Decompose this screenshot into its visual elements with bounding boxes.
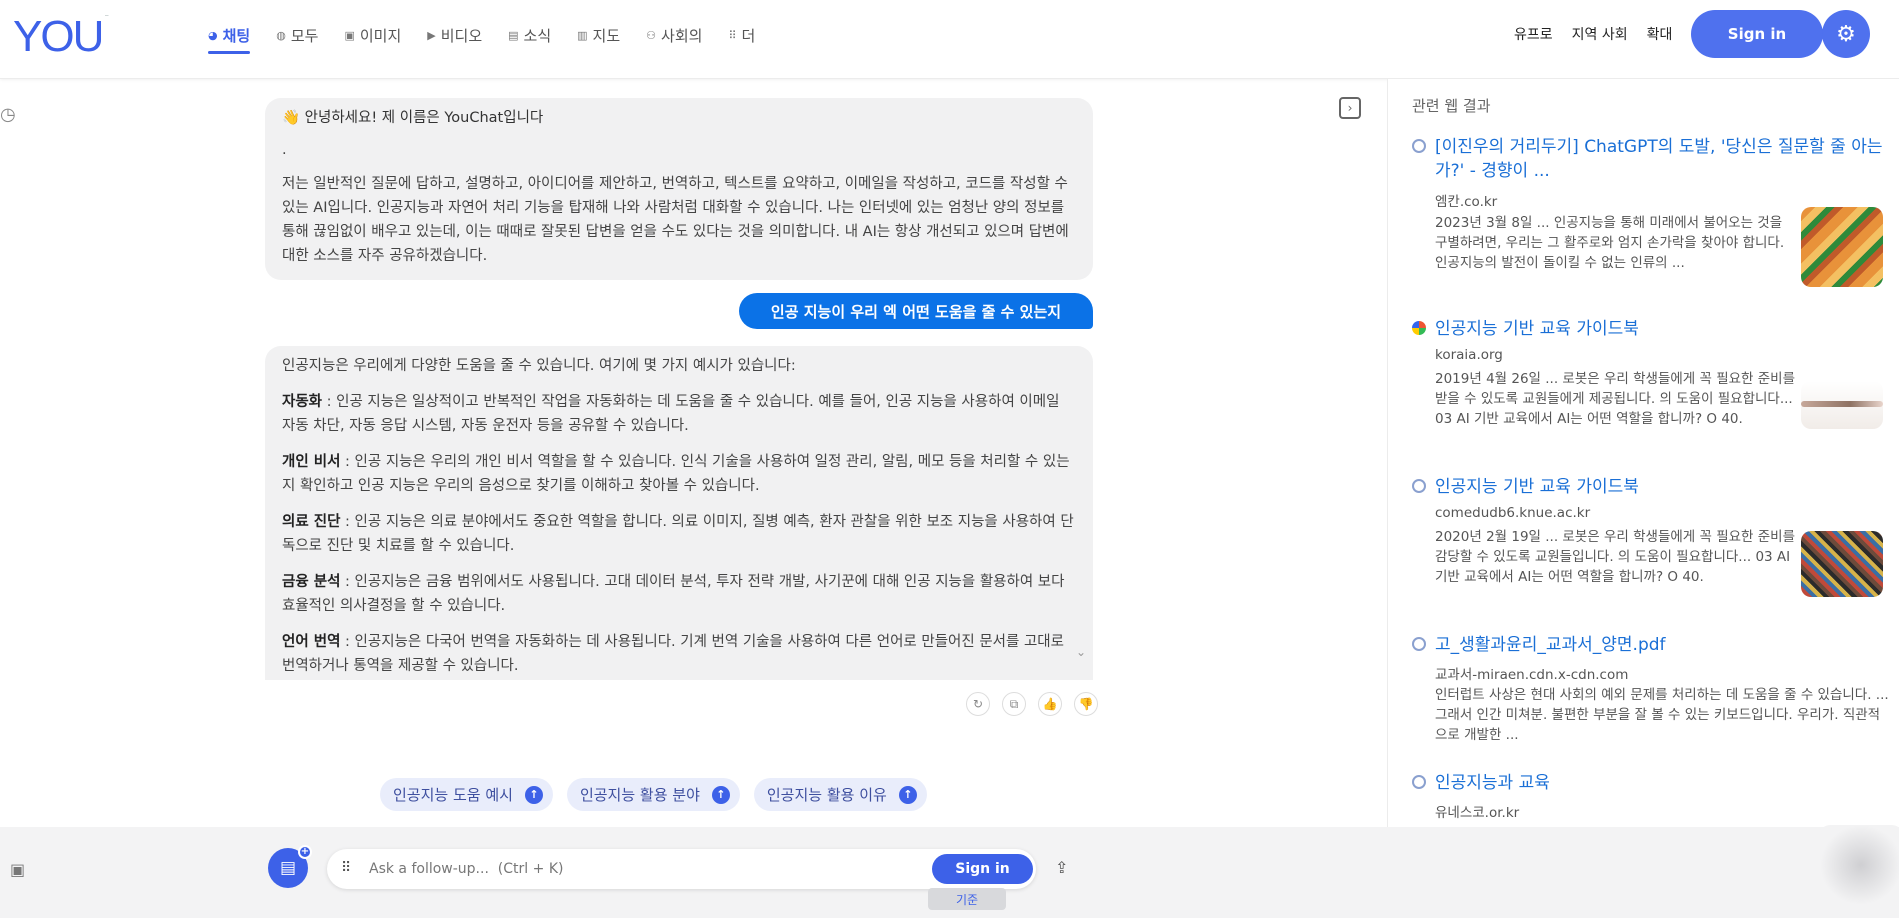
nav-tab-videos[interactable]: ▶ 비디오	[427, 22, 482, 48]
web-result-source: 엠칸.co.kr	[1435, 194, 1498, 210]
header-links: 유프로 지역 사회 확대	[1514, 24, 1672, 44]
search-icon: ◍	[276, 28, 286, 42]
toggle-sidebar-icon[interactable]: ›	[1339, 97, 1361, 119]
copy-icon[interactable]: ⧉	[1002, 692, 1026, 716]
you-logo[interactable]: YOU ⁻	[13, 12, 109, 62]
web-result-snippet: 2020년 2월 19일 ... 로봇은 우리 학생들에게 꼭 필요한 준비를 …	[1435, 529, 1796, 585]
mode-selector[interactable]: 기준	[928, 888, 1006, 910]
expand-chevron-icon[interactable]: ⌄	[1076, 645, 1086, 659]
header-link-youpro[interactable]: 유프로	[1514, 24, 1553, 44]
bot-intro-dot: .	[282, 142, 287, 158]
answer-item: 의료 진단 : 인공 지능은 의료 분야에서도 중요한 역할을 합니다. 의료 …	[282, 514, 1074, 554]
new-chat-button[interactable]: ▤ +	[268, 845, 312, 888]
web-results-heading: 관련 웹 결과	[1412, 97, 1491, 115]
web-result-source: comedudb6.knue.ac.kr	[1435, 505, 1591, 521]
bot-answer-message: 인공지능은 우리에게 다양한 도움을 줄 수 있습니다. 여기에 몇 가지 예시…	[265, 346, 1093, 680]
news-icon: ▤	[508, 28, 519, 42]
web-result-title[interactable]: 인공지능과 교육	[1435, 771, 1885, 795]
related-web-results-panel: 관련 웹 결과 [이진우의 거리두기] ChatGPT의 도발, '당신은 질문…	[1387, 79, 1899, 827]
answer-intro: 인공지능은 우리에게 다양한 도움을 줄 수 있습니다. 여기에 몇 가지 예시…	[282, 358, 796, 374]
regenerate-icon[interactable]: ↻	[966, 692, 990, 716]
web-result-thumbnail[interactable]	[1801, 381, 1883, 429]
map-icon: ▥	[577, 28, 588, 42]
suggestion-chip[interactable]: 인공지능 도움 예시 ↑	[380, 778, 553, 811]
answer-item: 개인 비서 : 인공 지능은 우리의 개인 비서 역할을 할 수 있습니다. 인…	[282, 454, 1070, 494]
image-icon: ▣	[344, 28, 355, 42]
feedback-icon[interactable]: ▣	[10, 860, 25, 879]
bot-intro-body: 저는 일반적인 질문에 답하고, 설명하고, 아이디어를 제안하고, 번역하고,…	[282, 176, 1069, 264]
web-result-source: 유네스코.or.kr	[1435, 805, 1520, 821]
web-result-source: koraia.org	[1435, 347, 1503, 363]
web-result-title[interactable]: 고_생활과윤리_교과서_양면.pdf	[1435, 633, 1885, 657]
web-result-title[interactable]: 인공지능 기반 교육 가이드북	[1435, 475, 1885, 499]
more-icon: ⠿	[728, 28, 737, 42]
user-message: 인공 지능이 우리 엑 어떤 도움을 줄 수 있는지	[739, 293, 1093, 329]
apps-grid-icon[interactable]: ⠿	[341, 860, 351, 876]
web-result-title[interactable]: 인공지능 기반 교육 가이드북	[1435, 317, 1885, 341]
site-favicon-icon	[1412, 479, 1426, 493]
plus-icon: +	[298, 845, 312, 859]
web-result-thumbnail[interactable]	[1801, 531, 1883, 597]
site-favicon-icon	[1412, 775, 1426, 789]
nav-tab-social[interactable]: ⚇ 사회의	[646, 22, 702, 48]
search-mode-nav: ◕ 채팅 ◍ 모두 ▣ 이미지 ▶ 비디오 ▤ 소식 ▥ 지도 ⚇ 사회의 ⠿ 더	[208, 22, 755, 54]
site-favicon-icon	[1412, 139, 1426, 153]
thumbs-down-icon[interactable]: 👎	[1074, 692, 1098, 716]
web-result-source: 교과서-miraen.cdn.x-cdn.com	[1435, 667, 1629, 683]
video-icon: ▶	[427, 28, 436, 42]
bot-intro-title: 👋 안녕하세요! 제 이름은 YouChat입니다	[282, 110, 544, 126]
bot-intro-message: 👋 안녕하세요! 제 이름은 YouChat입니다 . 저는 일반적인 질문에 …	[265, 98, 1093, 280]
web-result-title[interactable]: [이진우의 거리두기] ChatGPT의 도발, '당신은 질문할 줄 아는가?…	[1435, 135, 1885, 183]
suggestion-chip[interactable]: 인공지능 활용 이유 ↑	[753, 778, 927, 811]
nav-tab-news[interactable]: ▤ 소식	[508, 22, 551, 48]
faded-thumbnail	[1820, 825, 1899, 905]
history-clock-icon[interactable]: ◷	[0, 104, 22, 126]
nav-tab-more[interactable]: ⠿ 더	[728, 22, 755, 48]
header-link-community[interactable]: 지역 사회	[1572, 24, 1628, 44]
site-favicon-icon	[1412, 637, 1426, 651]
followup-input[interactable]	[369, 857, 869, 881]
composer-sign-in-button[interactable]: Sign in	[932, 854, 1033, 884]
top-header: YOU ⁻ ◕ 채팅 ◍ 모두 ▣ 이미지 ▶ 비디오 ▤ 소식 ▥ 지도 ⚇ 사회의 ⠿ 더 유…	[0, 0, 1899, 79]
settings-gear-icon[interactable]: ⚙	[1822, 10, 1870, 58]
share-icon[interactable]: ⇪	[1055, 858, 1068, 877]
web-result-thumbnail[interactable]	[1801, 207, 1883, 287]
web-result-snippet: 인터럽트 사상은 현대 사회의 예외 문제를 처리하는 데 도움을 줄 수 있습…	[1435, 687, 1889, 743]
suggestion-chip[interactable]: 인공지능 활용 분야 ↑	[566, 778, 740, 811]
suggested-followups: 인공지능 도움 예시 ↑ 인공지능 활용 분야 ↑ 인공지능 활용 이유 ↑	[380, 778, 927, 811]
nav-tab-maps[interactable]: ▥ 지도	[577, 22, 620, 48]
nav-tab-chat[interactable]: ◕ 채팅	[208, 22, 251, 54]
site-favicon-icon	[1412, 321, 1426, 335]
answer-actions: ↻ ⧉ 👍 👎	[966, 692, 1098, 716]
arrow-up-icon: ↑	[898, 785, 917, 804]
nav-tab-images[interactable]: ▣ 이미지	[344, 22, 401, 48]
sign-in-button[interactable]: Sign in	[1691, 10, 1823, 58]
header-link-extension[interactable]: 확대	[1647, 24, 1673, 44]
web-result-snippet: 2019년 4월 26일 ... 로봇은 우리 학생들에게 꼭 필요한 준비를 …	[1435, 371, 1796, 427]
arrow-up-icon: ↑	[711, 785, 730, 804]
answer-item: 언어 번역 : 인공지능은 다국어 번역을 자동화하는 데 사용됩니다. 기계 …	[282, 634, 1064, 674]
answer-item: 자동화 : 인공 지능은 일상적이고 반복적인 작업을 자동화하는 데 도움을 …	[282, 394, 1060, 434]
chat-icon: ◕	[208, 28, 218, 42]
answer-item: 금융 분석 : 인공지능은 금융 범위에서도 사용됩니다. 고대 데이터 분석,…	[282, 574, 1065, 614]
arrow-up-icon: ↑	[524, 785, 543, 804]
nav-tab-all[interactable]: ◍ 모두	[276, 22, 318, 48]
people-icon: ⚇	[646, 28, 657, 42]
followup-input-box: ⠿	[327, 849, 1036, 889]
web-result-snippet: 2023년 3월 8일 ... 인공지능을 통해 미래에서 불어오는 것을 구별…	[1435, 215, 1785, 271]
chat-bubble-icon: ▤	[279, 858, 297, 878]
thumbs-up-icon[interactable]: 👍	[1038, 692, 1062, 716]
